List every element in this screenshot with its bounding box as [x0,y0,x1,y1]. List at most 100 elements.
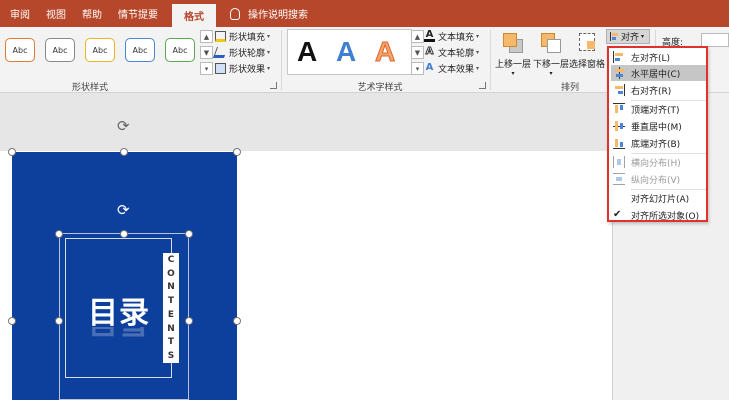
tab-view[interactable]: 视图 [38,0,74,27]
dropdown-arrow-icon: ▾ [511,70,515,77]
gallery-more-icon[interactable]: ▾ [411,62,424,75]
group-separator [281,30,282,90]
dialog-launcher-icon[interactable] [270,82,277,89]
chevron-down-icon[interactable]: ▼ [200,46,213,59]
resize-handle[interactable] [233,317,241,325]
menu-item-distribute-vertical: 纵向分布(V) [611,171,706,187]
contents-letter: T [167,337,175,348]
contents-letter: T [167,296,175,307]
bring-forward-icon [501,31,525,53]
align-right-icon [613,84,625,96]
shape-height-input[interactable] [701,33,729,47]
dropdown-arrow-icon: ▾ [641,33,645,40]
shape-style-2[interactable]: Abc [45,38,75,62]
ribbon-tab-bar: 审阅 视图 帮助 情节提要 格式 操作说明搜索 [0,0,729,27]
align-center-icon [613,67,625,79]
resize-handle[interactable] [185,317,193,325]
resize-handle[interactable] [120,148,128,156]
rotate-handle-icon[interactable]: ⟳ [117,117,130,135]
align-middle-icon [613,120,625,132]
gallery-more-icon[interactable]: ▾ [200,62,213,75]
text-effects-icon: A [425,62,434,73]
align-icon [610,32,618,41]
menu-item-align-right[interactable]: 右对齐(R) [611,82,706,98]
dialog-launcher-icon[interactable] [479,82,486,89]
menu-item-align-bottom[interactable]: 底端对齐(B) [611,135,706,151]
rotate-handle-icon[interactable]: ⟳ [117,201,130,219]
wordart-gallery-scroll[interactable]: ▲ ▼ ▾ [411,30,424,75]
menu-item-align-left[interactable]: 左对齐(L) [611,49,706,65]
group-label-arrange: 排列 [560,83,579,93]
resize-handle[interactable] [8,317,16,325]
shape-style-4[interactable]: Abc [125,38,155,62]
dropdown-arrow-icon: ▾ [476,33,480,40]
resize-handle[interactable] [8,148,16,156]
dropdown-arrow-icon: ▾ [549,70,553,77]
checkmark-icon: ✔ [613,209,622,220]
resize-handle[interactable] [185,230,193,238]
pen-outline-icon [212,47,229,58]
text-outline-icon: A [425,46,434,57]
align-left-icon [613,51,625,63]
tell-me-label: 操作说明搜索 [248,10,308,21]
dropdown-arrow-icon: ▾ [476,49,480,56]
shape-style-gallery-scroll[interactable]: ▲ ▼ ▾ [200,30,213,75]
shape-style-3[interactable]: Abc [85,38,115,62]
align-dropdown-button[interactable]: 对齐 ▾ [606,29,650,44]
shape-style-1[interactable]: Abc [5,38,35,62]
shape-fill-button[interactable]: 形状填充 ▾ [215,29,270,44]
wordart-style-1[interactable]: A [297,36,317,68]
chevron-up-icon[interactable]: ▲ [200,30,213,43]
tab-help[interactable]: 帮助 [74,0,110,27]
contents-vertical-text[interactable]: C O N T E N T S [163,253,179,363]
resize-handle[interactable] [120,230,128,238]
chevron-up-icon[interactable]: ▲ [411,30,424,43]
dropdown-arrow-icon: ▾ [267,65,271,72]
menu-item-align-center[interactable]: 水平居中(C) [611,65,706,81]
send-backward-icon [539,31,563,53]
contents-letter: C [167,255,175,265]
chevron-down-icon[interactable]: ▼ [411,46,424,59]
contents-letter: S [167,350,175,361]
group-label-shape-styles: 形状样式 [71,83,108,93]
menu-item-align-middle[interactable]: 垂直居中(M) [611,118,706,134]
group-separator [490,30,491,90]
group-label-wordart-styles: 艺术字样式 [357,83,403,93]
align-bottom-icon [613,137,625,149]
menu-item-distribute-horizontal: 横向分布(H) [611,154,706,170]
distribute-horizontal-icon [613,156,625,168]
wordart-style-2[interactable]: A [336,36,356,68]
wordart-style-3[interactable]: A [374,36,395,68]
tab-storyboard[interactable]: 情节提要 [110,0,166,27]
text-outline-button[interactable]: A 文本轮廓 ▾ [424,45,479,60]
paint-bucket-icon [215,31,226,42]
wordart-gallery: A A A [287,29,412,75]
slide-title-text[interactable]: 目录 [88,288,150,332]
resize-handle[interactable] [55,230,63,238]
selection-pane-icon [575,31,599,53]
send-backward-button[interactable]: 下移一层 ▾ [533,31,569,77]
contents-letter: N [167,282,175,293]
tab-format[interactable]: 格式 [172,4,216,27]
slide-title-reflection: 目录 [88,327,150,347]
selection-pane-button[interactable]: 选择窗格 [569,31,605,70]
contents-letter: O [167,268,175,279]
bring-forward-button[interactable]: 上移一层 ▾ [495,31,531,77]
text-fill-icon: A [424,29,435,42]
dropdown-arrow-icon: ▾ [267,49,271,56]
shape-outline-button[interactable]: 形状轮廓 ▾ [212,45,271,60]
shape-commands: 形状填充 ▾ 形状轮廓 ▾ 形状效果 ▾ [212,29,283,79]
text-effects-button[interactable]: A 文本效果 ▾ [424,61,479,76]
shape-effects-button[interactable]: 形状效果 ▾ [215,61,270,76]
resize-handle[interactable] [55,317,63,325]
dropdown-arrow-icon: ▾ [267,33,271,40]
menu-item-align-selected-objects[interactable]: ✔ 对齐所选对象(O) [611,207,706,223]
resize-handle[interactable] [233,148,241,156]
text-fill-button[interactable]: A 文本填充 ▾ [424,29,479,44]
menu-item-align-to-slide[interactable]: 对齐幻灯片(A) [611,190,706,206]
tab-review[interactable]: 审阅 [0,0,38,27]
align-top-icon [613,103,625,115]
menu-item-align-top[interactable]: 顶端对齐(T) [611,101,706,117]
shape-style-5[interactable]: Abc [165,38,195,62]
tell-me-search[interactable]: 操作说明搜索 [230,0,308,27]
